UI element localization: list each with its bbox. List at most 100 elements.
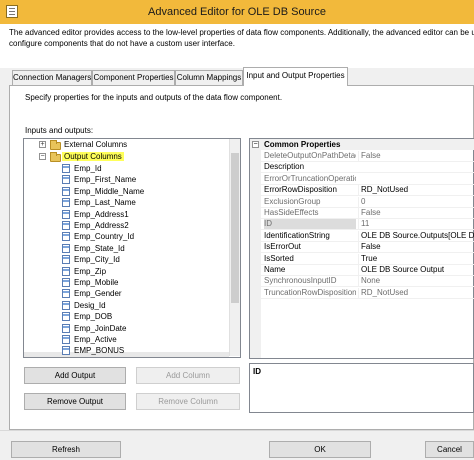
tree-item-output-columns[interactable]: Output Columns <box>62 151 124 162</box>
folder-open-icon <box>50 152 61 162</box>
column-icon <box>62 244 70 253</box>
property-value: None <box>358 276 474 286</box>
tree-item-column[interactable]: Emp_State_Id <box>74 243 125 254</box>
tree-horizontal-scrollbar[interactable] <box>24 352 229 357</box>
tree-item-column[interactable]: Emp_Gender <box>74 288 122 299</box>
property-row[interactable]: Description <box>261 162 474 173</box>
column-icon <box>62 232 70 241</box>
column-icon <box>62 255 70 264</box>
remove-column-button[interactable]: Remove Column <box>136 393 240 410</box>
property-value[interactable]: True <box>358 254 474 264</box>
column-icon <box>62 198 70 207</box>
add-output-button[interactable]: Add Output <box>24 367 126 384</box>
property-name: TruncationRowDisposition <box>264 288 356 297</box>
property-value: 0 <box>358 197 474 207</box>
footer-divider <box>0 430 474 431</box>
inputs-outputs-tree[interactable] <box>23 138 241 358</box>
window-title: Advanced Editor for OLE DB Source <box>148 6 326 18</box>
property-name: Description <box>264 162 305 171</box>
property-row[interactable]: SynchronousInputID None <box>261 276 474 287</box>
tree-item-column[interactable]: Emp_JoinDate <box>74 323 126 334</box>
tree-item-column[interactable]: Emp_City_Id <box>74 254 120 265</box>
remove-output-button[interactable]: Remove Output <box>24 393 126 410</box>
property-row[interactable]: TruncationRowDisposition RD_NotUsed <box>261 288 474 299</box>
tab-connection-managers[interactable]: Connection Managers <box>12 70 92 85</box>
property-name: IsErrorOut <box>264 242 301 251</box>
tree-item-column[interactable]: Emp_DOB <box>74 311 112 322</box>
column-icon <box>62 278 70 287</box>
tree-item-column[interactable]: Emp_Id <box>74 163 102 174</box>
ok-button[interactable]: OK <box>269 441 371 458</box>
property-row[interactable]: IsErrorOut False <box>261 242 474 253</box>
collapse-icon[interactable]: − <box>39 153 46 160</box>
property-row[interactable]: Name OLE DB Source Output <box>261 265 474 276</box>
tree-scroll-thumb[interactable] <box>231 153 239 303</box>
column-icon <box>62 301 70 310</box>
panel-description: Specify properties for the inputs and ou… <box>25 93 283 102</box>
property-name: ExclusionGroup <box>264 197 321 206</box>
column-icon <box>62 335 70 344</box>
tree-item-column[interactable]: Emp_Last_Name <box>74 197 136 208</box>
property-row[interactable]: ErrorOrTruncationOperation <box>261 174 474 185</box>
column-icon <box>62 312 70 321</box>
tree-item-column[interactable]: Emp_Active <box>74 334 117 345</box>
property-row[interactable]: ErrorRowDisposition RD_NotUsed <box>261 185 474 196</box>
property-value: RD_NotUsed <box>358 288 474 298</box>
column-icon <box>62 221 70 230</box>
tree-item-column[interactable]: Emp_Zip <box>74 266 106 277</box>
property-name: HasSideEffects <box>264 208 319 217</box>
tree-item-external-columns[interactable]: External Columns <box>64 139 127 150</box>
column-icon <box>62 289 70 298</box>
inputs-outputs-label: Inputs and outputs: <box>25 126 94 135</box>
description-line-2: configure components that do not have a … <box>9 39 235 48</box>
folder-icon <box>50 140 61 150</box>
property-value[interactable]: OLE DB Source Output <box>358 265 474 275</box>
property-value[interactable]: False <box>358 242 474 252</box>
property-value: False <box>358 208 474 218</box>
property-row[interactable]: IdentificationString OLE DB Source.Output… <box>261 231 474 242</box>
column-icon <box>62 324 70 333</box>
tab-input-output-properties[interactable]: Input and Output Properties <box>243 67 348 86</box>
description-line-1: The advanced editor provides access to t… <box>9 28 474 37</box>
property-description-box <box>249 363 474 413</box>
tree-item-column[interactable]: EMP_BONUS <box>74 345 124 356</box>
property-name: ErrorRowDisposition <box>264 185 337 194</box>
output-columns-label: Output Columns <box>62 152 124 161</box>
tree-item-column[interactable]: Desig_Id <box>74 300 106 311</box>
property-value: 11 <box>358 219 474 229</box>
property-category[interactable]: Common Properties <box>261 139 474 150</box>
column-icon <box>62 346 70 355</box>
property-value[interactable]: OLE DB Source.Outputs[OLE DB Source <box>358 231 474 241</box>
property-value[interactable]: RD_NotUsed <box>358 185 474 195</box>
tree-item-column[interactable]: Emp_Address2 <box>74 220 129 231</box>
tab-component-properties[interactable]: Component Properties <box>92 70 175 85</box>
tree-item-column[interactable]: Emp_Address1 <box>74 209 129 220</box>
cancel-button[interactable]: Cancel <box>425 441 474 458</box>
property-value: False <box>358 151 474 161</box>
property-row[interactable]: ID 11 <box>261 219 474 230</box>
property-row[interactable]: ExclusionGroup 0 <box>261 197 474 208</box>
property-grid-gutter <box>250 139 261 358</box>
collapse-icon[interactable]: − <box>252 141 259 148</box>
property-name: Name <box>264 265 286 274</box>
tab-column-mappings[interactable]: Column Mappings <box>175 70 243 85</box>
property-row[interactable]: HasSideEffects False <box>261 208 474 219</box>
title-bar[interactable]: Advanced Editor for OLE DB Source <box>0 0 474 24</box>
column-icon <box>62 175 70 184</box>
column-icon <box>62 210 70 219</box>
property-name: ID <box>264 219 356 229</box>
property-name: IsSorted <box>264 254 294 263</box>
tree-item-column[interactable]: Emp_Country_Id <box>74 231 134 242</box>
property-description-title: ID <box>253 367 261 376</box>
tree-item-column[interactable]: Emp_Middle_Name <box>74 186 144 197</box>
tree-item-column[interactable]: Emp_Mobile <box>74 277 118 288</box>
property-row[interactable]: IsSorted True <box>261 254 474 265</box>
column-icon <box>62 187 70 196</box>
property-name: DeleteOutputOnPathDetach <box>264 151 356 160</box>
add-column-button[interactable]: Add Column <box>136 367 240 384</box>
expand-icon[interactable]: + <box>39 141 46 148</box>
column-icon <box>62 267 70 276</box>
tree-item-column[interactable]: Emp_First_Name <box>74 174 136 185</box>
property-row[interactable]: DeleteOutputOnPathDetach False <box>261 151 474 162</box>
refresh-button[interactable]: Refresh <box>11 441 121 458</box>
